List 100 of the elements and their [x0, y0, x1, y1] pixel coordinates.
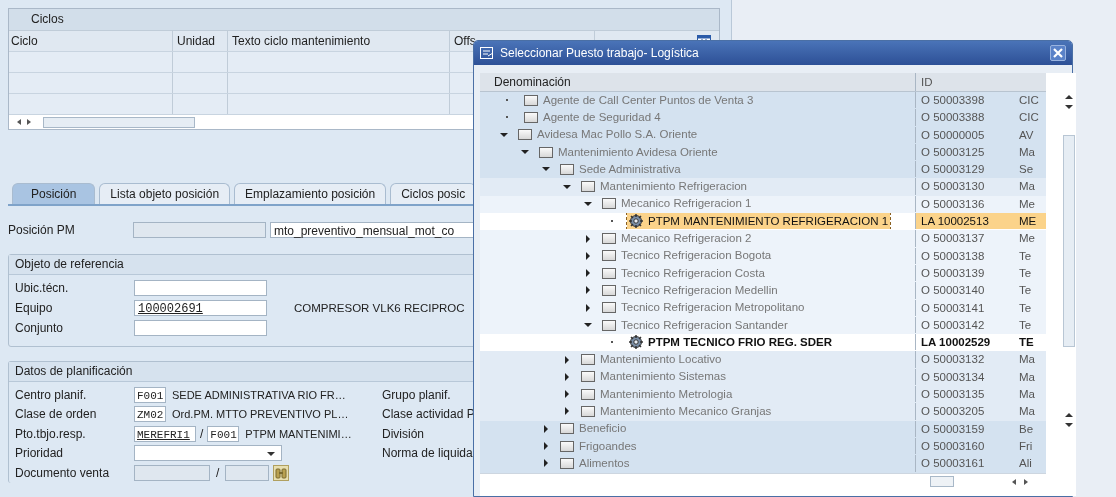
tree-node[interactable]: Agente de Seguridad 4	[543, 109, 661, 126]
tree-node[interactable]: Mecanico Refrigeracion 2	[621, 230, 752, 247]
caret-right-icon[interactable]	[565, 355, 569, 364]
tree-node[interactable]: Alimentos	[579, 455, 630, 472]
scroll-left-icon[interactable]	[1012, 478, 1016, 485]
caret-down-icon[interactable]	[521, 150, 529, 155]
table-cell-text: Te	[1018, 248, 1033, 264]
scrollbar-thumb[interactable]	[1063, 135, 1075, 347]
separator: /	[200, 426, 204, 441]
input-field[interactable]: MEREFRI1	[134, 425, 196, 442]
input-field[interactable]	[134, 280, 267, 296]
tree-node[interactable]: Beneficio	[579, 420, 627, 437]
caret-down-icon[interactable]	[542, 167, 550, 172]
scroll-down-icon[interactable]	[1065, 105, 1073, 109]
tab[interactable]: Lista objeto posición	[99, 183, 231, 204]
input-field[interactable]	[225, 464, 270, 481]
input-field[interactable]	[134, 320, 267, 336]
table-cell-text: Ma	[1018, 387, 1036, 403]
close-button[interactable]	[1050, 45, 1066, 61]
table-cell-text: O 50003159	[920, 421, 986, 437]
table-cell-text: O 50003135	[920, 387, 986, 403]
column-header: Denominación	[480, 73, 916, 91]
table-cell-text: Be	[1018, 421, 1035, 437]
table-cell-text: TE	[1018, 335, 1035, 351]
rectangle-icon	[602, 302, 616, 314]
tree-node[interactable]: Frigoandes	[579, 437, 637, 455]
caret-right-icon[interactable]	[586, 303, 590, 312]
caret-right-icon[interactable]	[544, 424, 548, 433]
table-cell-text: O 50003142	[920, 317, 986, 333]
table-cell-text: Ma	[1018, 369, 1036, 385]
dropdown-field[interactable]	[134, 445, 282, 462]
table-title: Ciclos	[9, 9, 719, 31]
table-cell-text: O 50003140	[920, 283, 986, 299]
caret-right-icon[interactable]	[586, 234, 590, 243]
column-header: Texto ciclo mantenimiento	[228, 31, 450, 51]
field-description: SEDE ADMINISTRATIVA RIO FR…	[172, 388, 346, 401]
field-label: Prioridad	[14, 446, 65, 461]
input-field[interactable]	[133, 222, 266, 238]
scrollbar-thumb[interactable]	[43, 116, 195, 128]
separator: /	[216, 465, 220, 480]
tree-node[interactable]: Tecnico Refrigeracion Santander	[621, 316, 788, 334]
caret-right-icon[interactable]	[565, 407, 569, 416]
tab[interactable]: Posición	[12, 183, 96, 204]
table-cell-text: O 50003160	[920, 438, 986, 454]
search-help-button[interactable]	[273, 464, 290, 481]
rectangle-icon	[560, 440, 574, 452]
input-field[interactable]: ZM02	[134, 406, 166, 423]
scroll-up-icon[interactable]	[1065, 413, 1073, 417]
table-cell-text: Ma	[1018, 144, 1036, 160]
tree-node[interactable]: Mantenimiento Refrigeracion	[600, 178, 748, 195]
tree-node[interactable]: Sede Administrativa	[579, 161, 681, 178]
caret-down-icon[interactable]	[563, 184, 571, 189]
caret-right-icon[interactable]	[544, 459, 548, 468]
tree-node[interactable]: PTPM TECNICO FRIO REG. SDER	[648, 334, 832, 351]
caret-right-icon[interactable]	[544, 442, 548, 451]
field-description: PTPM MANTENIMI…	[245, 427, 352, 440]
caret-right-icon[interactable]	[586, 251, 590, 260]
tree-node[interactable]: Mantenimiento Metrologia	[600, 386, 733, 403]
scroll-down-icon[interactable]	[1065, 423, 1073, 427]
input-field[interactable]: 100002691	[134, 300, 267, 316]
table-cell-text: O 50003132	[920, 352, 986, 368]
tree-node[interactable]: Mecanico Refrigeracion 1	[621, 195, 752, 213]
rectangle-icon	[602, 198, 616, 210]
scroll-up-icon[interactable]	[1065, 95, 1073, 99]
caret-right-icon[interactable]	[586, 269, 590, 278]
table-cell-text: Te	[1018, 317, 1033, 333]
table-cell-text: Ma	[1018, 404, 1036, 420]
table-cell-text: O 50003130	[920, 179, 986, 195]
field-label: Centro planif.	[14, 387, 88, 402]
rectangle-icon	[581, 354, 595, 366]
scroll-left-icon[interactable]	[17, 119, 21, 125]
scrollbar-thumb[interactable]	[930, 476, 954, 488]
binoculars-icon	[275, 466, 288, 479]
tree-node[interactable]: Tecnico Refrigeracion Medellin	[621, 282, 778, 299]
input-field[interactable]: F001	[207, 425, 240, 442]
scroll-right-icon[interactable]	[1024, 478, 1028, 485]
tab[interactable]: Emplazamiento posición	[234, 183, 387, 204]
table-cell-text: O 50003205	[920, 404, 986, 420]
caret-down-icon[interactable]	[584, 201, 592, 206]
tree-node[interactable]: Tecnico Refrigeracion Metropolitano	[621, 299, 805, 316]
caret-right-icon[interactable]	[586, 286, 590, 295]
rectangle-icon	[581, 371, 595, 383]
tree-node[interactable]: Agente de Call Center Puntos de Venta 3	[543, 92, 754, 109]
table-cell-text: O 50003129	[920, 162, 986, 178]
table-cell-text: Te	[1018, 265, 1033, 281]
tree-node[interactable]: Avidesa Mac Pollo S.A. Oriente	[537, 126, 698, 143]
table-cell-text: AV	[1018, 127, 1035, 143]
table-cell-text: O 50003141	[920, 300, 986, 316]
caret-down-icon[interactable]	[500, 132, 508, 137]
table-cell-text: O 50003138	[920, 248, 986, 264]
input-field[interactable]: F001	[134, 386, 166, 403]
column-header: ID	[920, 75, 934, 90]
caret-right-icon[interactable]	[565, 390, 569, 399]
rectangle-icon	[581, 388, 595, 400]
scroll-right-icon[interactable]	[27, 119, 31, 125]
tree-node[interactable]: Mantenimiento Mecanico Granjas	[600, 403, 772, 420]
caret-right-icon[interactable]	[565, 372, 569, 381]
caret-down-icon[interactable]	[584, 323, 592, 327]
input-field[interactable]	[134, 464, 210, 481]
tree-node[interactable]: Mantenimiento Avidesa Oriente	[558, 143, 718, 161]
